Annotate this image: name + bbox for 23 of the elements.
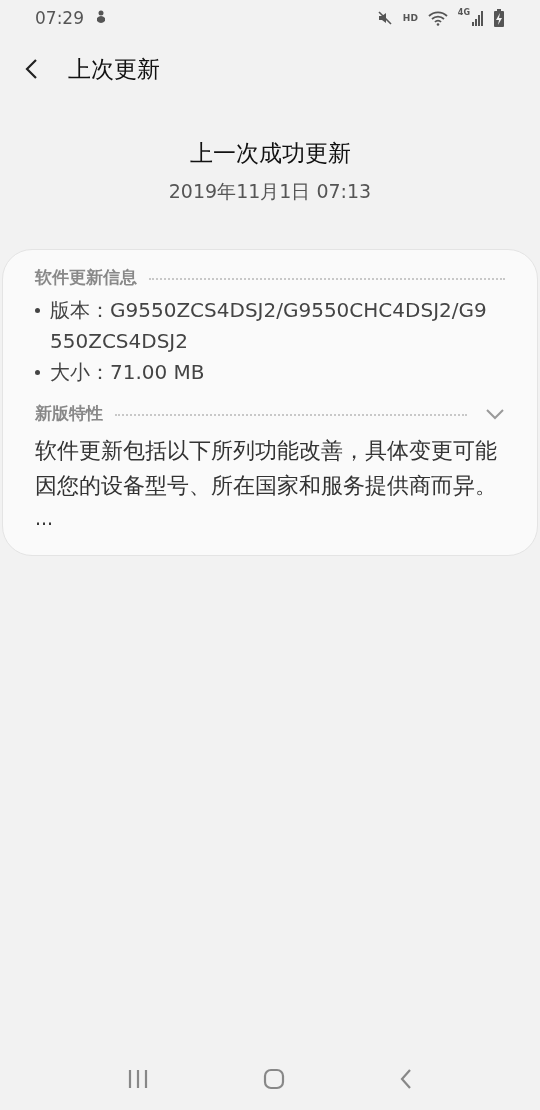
wifi-icon (427, 10, 448, 26)
battery-charging-icon (494, 9, 504, 27)
page-title: 上次更新 (68, 54, 160, 84)
hd-label: HD (402, 13, 418, 23)
info-item: 大小：71.00 MB (50, 359, 206, 386)
mute-icon (376, 10, 393, 26)
recent-apps-icon (127, 1069, 149, 1089)
bullet-icon (35, 308, 40, 313)
more-text: ... (35, 506, 55, 531)
notification-icon (94, 10, 108, 26)
chevron-button[interactable] (485, 407, 505, 420)
network-label: 4G (457, 8, 470, 17)
status-time: 07:29 (35, 8, 84, 28)
update-date: 2019年11月1日 07:13 (168, 179, 372, 204)
chevron-icon (485, 407, 505, 420)
features-text: 软件更新包括以下所列功能改善，具体变更可能因您的设备型号、所在国家和服务提供商而异。 (35, 437, 498, 500)
section-title: 新版特性 (35, 402, 103, 425)
update-heading: 上一次成功更新 (189, 139, 351, 168)
info-item: 版本：G9550ZCS4DSJ2/G9550CHC4DSJ2/G9550ZCS4DSJ2 (50, 297, 488, 355)
signal-icon (472, 10, 484, 26)
section-title: 软件更新信息 (35, 266, 137, 289)
bullet-icon (35, 370, 40, 375)
home-icon (263, 1068, 285, 1090)
